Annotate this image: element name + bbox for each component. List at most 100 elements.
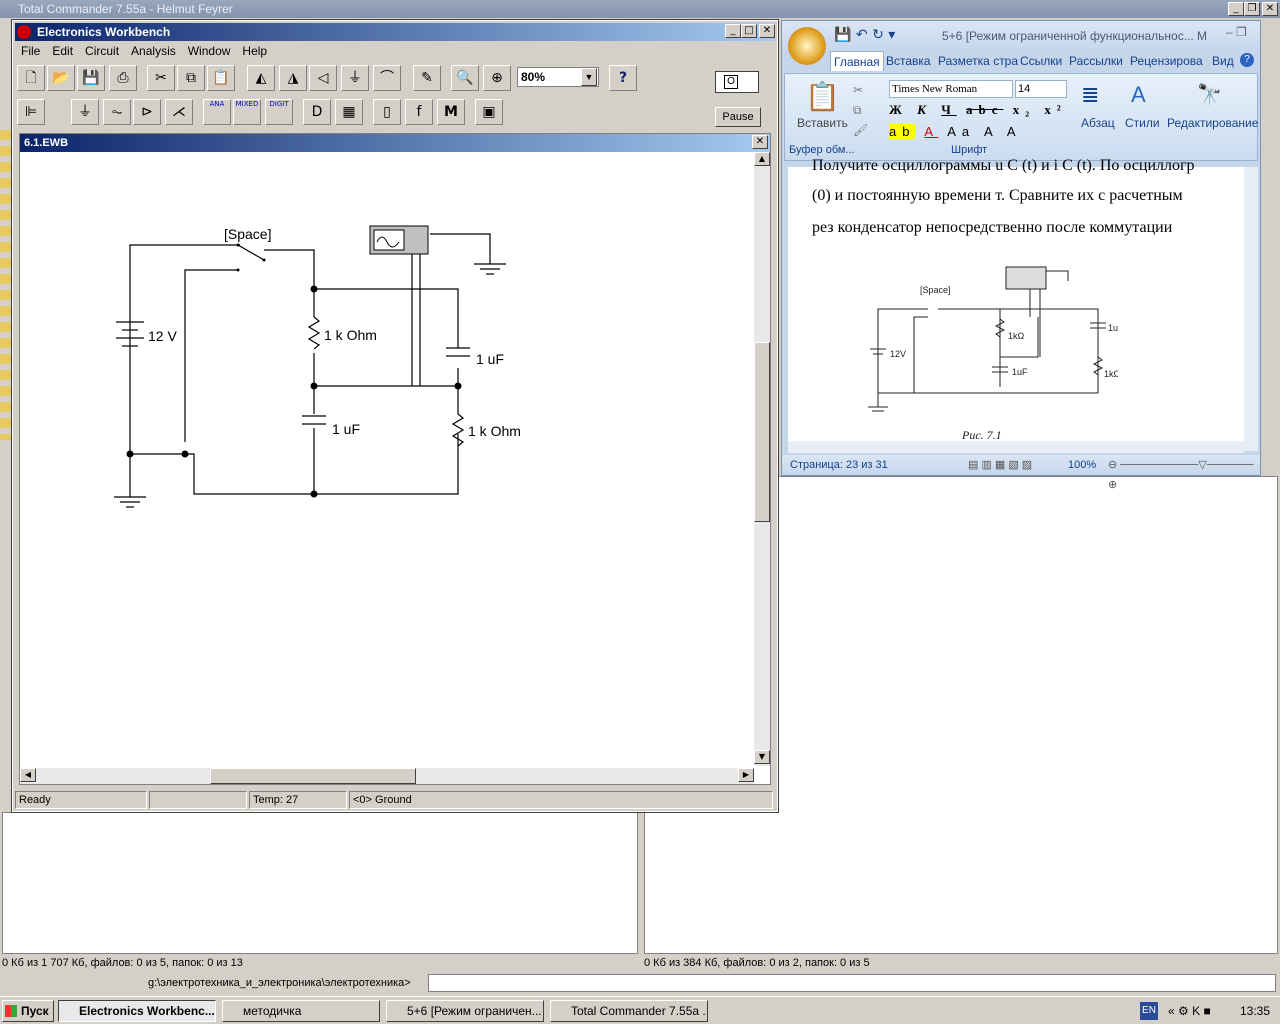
- basic-icon[interactable]: ⏦: [103, 99, 131, 125]
- view-buttons-icon[interactable]: ▤ ▥ ▦ ▧ ▨: [968, 455, 1032, 475]
- copy-icon[interactable]: ⧉: [177, 65, 205, 91]
- print-icon[interactable]: ⎙: [109, 65, 137, 91]
- vertical-scroll-thumb[interactable]: [754, 342, 770, 522]
- scroll-left-icon[interactable]: ◀: [20, 768, 36, 782]
- format-buttons-row2[interactable]: ab A Aa A A: [889, 124, 1022, 139]
- tc-left-panel[interactable]: [2, 812, 638, 954]
- diodes-icon[interactable]: ⊳: [133, 99, 161, 125]
- pause-button[interactable]: Pause: [715, 107, 761, 127]
- open-folder-icon[interactable]: 📂: [47, 65, 75, 91]
- task-total-commander[interactable]: Total Commander 7.55a ...: [550, 1000, 708, 1022]
- rotate-icon[interactable]: ◭: [247, 65, 275, 91]
- tab-review[interactable]: Рецензирова: [1130, 51, 1203, 71]
- figure-7-1: [Space] 12V 1kΩ 1uF 1uF 1kΩ Рис. 7.1: [868, 266, 1118, 442]
- wire-bottom: [185, 434, 459, 495]
- component-props-icon[interactable]: ⏚: [341, 65, 369, 91]
- task-word[interactable]: 5+6 [Режим ограничен...: [386, 1000, 544, 1022]
- paragraph-button[interactable]: Абзац: [1081, 116, 1115, 130]
- scroll-right-icon[interactable]: ▶: [738, 768, 754, 782]
- tab-layout[interactable]: Разметка стра: [938, 51, 1018, 71]
- zoom-in-icon[interactable]: ⊕: [483, 65, 511, 91]
- task-metodichka[interactable]: методичка: [222, 1000, 380, 1022]
- tab-references[interactable]: Ссылки: [1020, 51, 1062, 71]
- office-button-icon[interactable]: [788, 27, 826, 65]
- ewb-maximize-icon[interactable]: □: [741, 24, 757, 38]
- zoom-dropdown-icon[interactable]: ▼: [581, 68, 597, 86]
- misc-icon[interactable]: M: [437, 99, 465, 125]
- styles-icon[interactable]: A: [1131, 82, 1146, 108]
- scroll-down-icon[interactable]: ▼: [754, 750, 770, 764]
- instruments-icon[interactable]: ▣: [475, 99, 503, 125]
- word-vertical-scrollbar[interactable]: [1244, 167, 1258, 451]
- close-icon[interactable]: ✕: [1262, 2, 1278, 16]
- font-name-select[interactable]: Times New Roman: [889, 80, 1013, 98]
- paste-icon[interactable]: 📋: [805, 80, 840, 113]
- zoom-slider[interactable]: ⊖ ──────────▽────── ⊕: [1108, 455, 1260, 495]
- flip-horizontal-icon[interactable]: ◮: [279, 65, 307, 91]
- power-switch-icon[interactable]: O: [715, 71, 759, 93]
- menu-window[interactable]: Window: [182, 42, 237, 60]
- styles-button[interactable]: Стили: [1125, 116, 1160, 130]
- quick-access-icons[interactable]: 💾 ↶ ↻ ▾: [834, 27, 895, 43]
- status-temp: Temp: 27: [249, 791, 347, 809]
- task-ewb[interactable]: Electronics Workbenc...: [58, 1000, 216, 1022]
- mixed-ic-icon[interactable]: MIXED: [233, 99, 261, 125]
- tray-icons[interactable]: « ⚙ K ■: [1168, 1004, 1211, 1018]
- parts-bin-icon[interactable]: ⊫: [17, 99, 45, 125]
- indicators-icon[interactable]: ▯: [373, 99, 401, 125]
- horizontal-scrollbar[interactable]: ◀ ▶: [20, 768, 754, 784]
- language-indicator[interactable]: EN: [1140, 1002, 1158, 1020]
- paste-button[interactable]: Вставить: [797, 116, 848, 130]
- word-horizontal-scrollbar[interactable]: [788, 441, 1244, 453]
- minimize-icon[interactable]: _: [1228, 2, 1244, 16]
- tab-view[interactable]: Вид: [1212, 51, 1234, 71]
- font-size-select[interactable]: 14: [1015, 80, 1067, 98]
- flip-vertical-icon[interactable]: ◁: [309, 65, 337, 91]
- circuit-canvas[interactable]: [Space] 12 V 1 k Ohm 1 uF 1 uF 1 k Ohm: [20, 152, 754, 766]
- cut-icon[interactable]: ✂: [147, 65, 175, 91]
- format-buttons-row[interactable]: Ж К Ч abc x₂ x²: [889, 102, 1067, 118]
- digital-ic-icon[interactable]: DIGIT: [265, 99, 293, 125]
- graph-icon[interactable]: ⌒: [373, 65, 401, 91]
- sources-icon[interactable]: ⏚: [71, 99, 99, 125]
- analog-ic-icon[interactable]: ANA: [203, 99, 231, 125]
- transistors-icon[interactable]: ⋌: [165, 99, 193, 125]
- ewb-close-icon[interactable]: ✕: [759, 24, 775, 38]
- fig-r1-label: 1kΩ: [1008, 331, 1025, 341]
- word-help-icon[interactable]: ?: [1240, 53, 1254, 67]
- probe-icon[interactable]: ✎: [413, 65, 441, 91]
- tab-insert[interactable]: Вставка: [886, 51, 931, 71]
- scroll-up-icon[interactable]: ▲: [754, 152, 770, 166]
- doc-close-icon[interactable]: ✕: [752, 135, 768, 149]
- paste-icon[interactable]: 📋: [207, 65, 235, 91]
- digital-icon[interactable]: ▦: [335, 99, 363, 125]
- menu-circuit[interactable]: Circuit: [79, 42, 125, 60]
- zoom-out-icon[interactable]: 🔍: [451, 65, 479, 91]
- menu-help[interactable]: Help: [236, 42, 273, 60]
- vertical-scrollbar[interactable]: ▲ ▼: [754, 152, 770, 766]
- help-button[interactable]: ?: [609, 65, 637, 91]
- menu-analysis[interactable]: Analysis: [125, 42, 182, 60]
- editing-button[interactable]: Редактирование: [1167, 116, 1258, 130]
- tc-command-line[interactable]: [428, 974, 1276, 992]
- logic-gates-icon[interactable]: D: [303, 99, 331, 125]
- menu-file[interactable]: File: [15, 42, 46, 60]
- switch-label: [Space]: [224, 226, 271, 242]
- doc-title: 6.1.EWB: [24, 137, 69, 149]
- clipboard-small-icons[interactable]: ✂ ⧉ 🖌: [853, 80, 868, 140]
- status-info: <0> Ground: [349, 791, 773, 809]
- horizontal-scroll-thumb[interactable]: [210, 768, 416, 784]
- ewb-minimize-icon[interactable]: _: [725, 24, 741, 38]
- new-file-icon[interactable]: 🗋: [17, 65, 45, 91]
- binoculars-icon[interactable]: 🔭: [1197, 82, 1222, 107]
- tab-mailings[interactable]: Рассылки: [1069, 51, 1123, 71]
- word-window-controls-icon[interactable]: – ❐: [1226, 25, 1247, 39]
- menu-edit[interactable]: Edit: [46, 42, 79, 60]
- controls-icon[interactable]: f: [405, 99, 433, 125]
- tc-status-right: 0 Кб из 384 Кб, файлов: 0 из 2, папок: 0…: [644, 957, 870, 969]
- tab-home[interactable]: Главная: [830, 51, 884, 71]
- paragraph-icon[interactable]: ≣: [1081, 82, 1099, 108]
- restore-icon[interactable]: ❐: [1244, 2, 1260, 16]
- word-document[interactable]: Получите осциллограммы u C (t) и i C (t)…: [788, 157, 1244, 451]
- save-icon[interactable]: 💾: [77, 65, 105, 91]
